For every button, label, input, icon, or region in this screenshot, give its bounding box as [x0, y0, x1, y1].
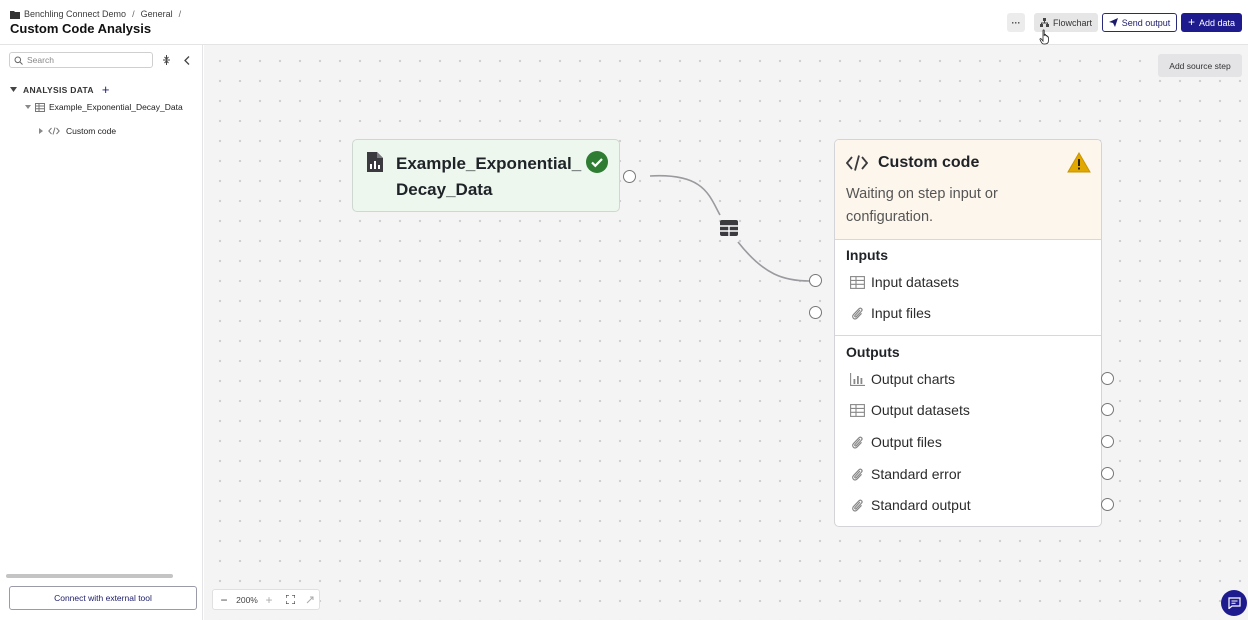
custom-code-status-text: Waiting on step input or configuration. [846, 186, 998, 225]
send-icon [1108, 18, 1118, 27]
flowchart-label: Flowchart [1052, 17, 1092, 28]
horizontal-scrollbar[interactable] [6, 574, 173, 578]
breadcrumb-item-project[interactable]: Benchling Connect Demo [24, 9, 126, 19]
reset-view-icon[interactable] [301, 596, 319, 604]
paperclip-icon [852, 436, 863, 449]
search-input[interactable]: Search [9, 52, 153, 68]
input-files-port[interactable] [809, 306, 822, 319]
breadcrumb-separator: / [132, 9, 135, 19]
send-output-label: Send output [1121, 17, 1171, 28]
dataset-connector-icon[interactable] [719, 219, 739, 237]
io-label: Input files [871, 305, 931, 321]
add-data-label: Add data [1198, 17, 1236, 28]
bar-chart-icon [850, 372, 865, 386]
zoom-in-icon[interactable]: + [259, 593, 279, 607]
output-files-row[interactable]: Output files [850, 434, 942, 450]
chat-icon [1227, 597, 1241, 609]
standard-error-port[interactable] [1101, 467, 1114, 480]
io-label: Output charts [871, 371, 956, 387]
caret-down-icon [25, 104, 31, 109]
paperclip-icon [852, 307, 863, 320]
tree-item-custom-code[interactable]: Custom code [39, 126, 116, 136]
code-icon [846, 155, 868, 171]
add-data-button[interactable]: + Add data [1181, 13, 1242, 32]
custom-code-title: Custom code [878, 154, 980, 171]
input-files-row[interactable]: Input files [850, 305, 931, 321]
more-options-button[interactable]: ··· [1007, 13, 1025, 32]
zoom-level: 200% [236, 594, 258, 605]
zoom-controls: − 200% + [212, 589, 320, 610]
output-charts-port[interactable] [1101, 372, 1114, 385]
connect-external-tool-button[interactable]: Connect with external tool [9, 586, 197, 610]
tree-item-label: Custom code [66, 126, 117, 136]
flowchart-canvas[interactable]: Add source step Example_Exponential_Deca… [204, 45, 1248, 620]
standard-error-row[interactable]: Standard error [850, 466, 961, 482]
paperclip-icon [852, 499, 863, 512]
send-output-button[interactable]: Send output [1102, 13, 1177, 32]
top-header: Benchling Connect Demo / General / Custo… [0, 0, 1248, 45]
breadcrumb: Benchling Connect Demo / General / [10, 9, 183, 19]
inputs-label: Inputs [846, 247, 888, 263]
custom-code-header: Custom code Waiting on step input or con… [835, 140, 1101, 240]
collapse-all-icon[interactable] [160, 54, 172, 66]
paperclip-icon [852, 468, 863, 481]
tree-item-label: Example_Exponential_Decay_Data [49, 102, 183, 112]
add-source-step-button[interactable]: Add source step [1158, 54, 1242, 77]
standard-output-port[interactable] [1101, 498, 1114, 511]
output-charts-row[interactable]: Output charts [850, 371, 955, 387]
breadcrumb-separator: / [178, 9, 182, 19]
chat-support-button[interactable] [1221, 590, 1247, 616]
breadcrumb-item-folder[interactable]: General [141, 9, 173, 19]
custom-code-node[interactable]: Custom code Waiting on step input or con… [834, 139, 1102, 527]
table-icon [850, 403, 865, 417]
add-analysis-data-icon[interactable]: + [102, 82, 110, 97]
fit-view-icon[interactable] [279, 595, 301, 604]
plus-icon: + [1187, 15, 1195, 29]
io-label: Output datasets [871, 402, 970, 418]
output-datasets-row[interactable]: Output datasets [850, 402, 970, 418]
analysis-data-section[interactable]: ANALYSIS DATA + [10, 82, 110, 97]
output-files-port[interactable] [1101, 435, 1114, 448]
flowchart-icon [1039, 18, 1049, 27]
check-circle-icon [586, 151, 608, 173]
section-divider [835, 335, 1101, 336]
source-step-node[interactable]: Example_Exponential_Decay_Data [352, 139, 620, 212]
input-datasets-row[interactable]: Input datasets [850, 274, 959, 290]
input-datasets-port[interactable] [809, 274, 822, 287]
collapse-sidebar-icon[interactable] [181, 54, 193, 66]
code-icon [48, 127, 60, 135]
search-placeholder: Search [27, 55, 54, 65]
io-label: Standard error [871, 466, 962, 482]
page-title: Custom Code Analysis [10, 21, 152, 36]
table-icon [35, 102, 45, 112]
folder-icon [10, 10, 20, 19]
zoom-out-icon[interactable]: − [213, 593, 235, 607]
caret-down-icon [10, 86, 17, 92]
output-datasets-port[interactable] [1101, 403, 1114, 416]
tree-item-dataset[interactable]: Example_Exponential_Decay_Data [25, 102, 183, 112]
source-step-title: Example_Exponential_Decay_Data [396, 154, 582, 199]
source-output-port[interactable] [623, 170, 636, 183]
search-icon [14, 56, 23, 65]
table-icon [850, 275, 865, 289]
io-label: Input datasets [871, 274, 959, 290]
io-label: Standard output [871, 497, 971, 513]
standard-output-row[interactable]: Standard output [850, 497, 971, 513]
outputs-label: Outputs [846, 344, 900, 360]
sidebar: Search ANALYSIS DATA + Example_Exponenti… [0, 45, 203, 620]
section-label: ANALYSIS DATA [23, 84, 94, 95]
caret-right-icon [39, 128, 43, 134]
warning-icon [1067, 152, 1091, 173]
io-label: Output files [871, 434, 942, 450]
report-file-icon [367, 152, 383, 172]
hand-cursor-icon [1039, 29, 1049, 45]
